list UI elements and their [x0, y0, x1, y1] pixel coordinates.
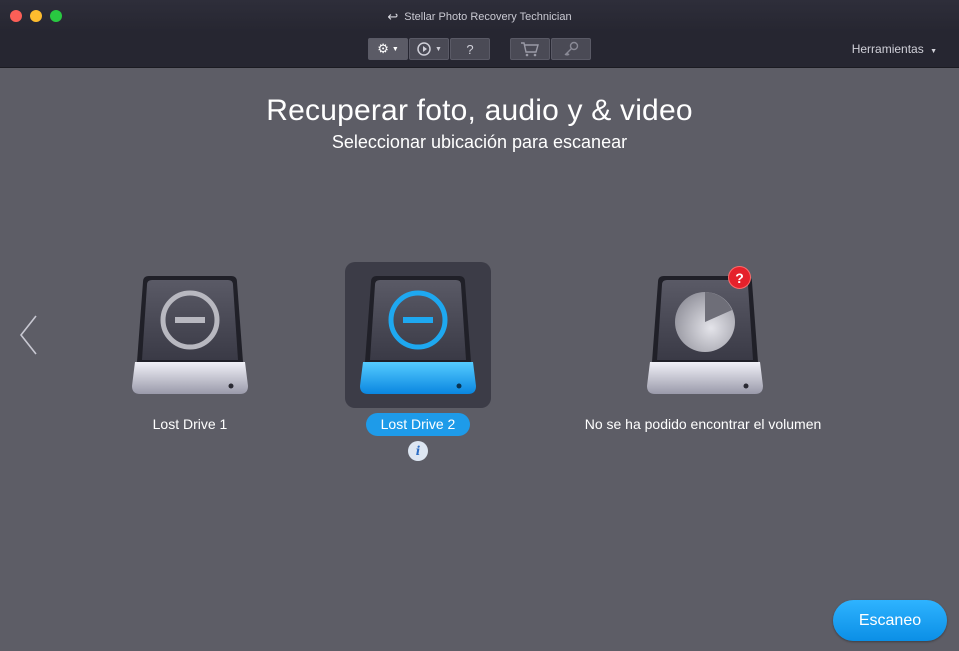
drive-label-3[interactable]: No se ha podido encontrar el volumen — [560, 416, 846, 432]
help-icon: ? — [466, 41, 474, 57]
previous-page-arrow[interactable] — [16, 312, 40, 358]
title-bar: ↩ Stellar Photo Recovery Technician — [0, 0, 959, 32]
drive-label-1[interactable]: Lost Drive 1 — [117, 416, 263, 432]
history-icon — [417, 42, 431, 56]
buy-button[interactable] — [510, 38, 550, 60]
drive-label-2[interactable]: Lost Drive 2 — [366, 413, 470, 436]
external-drive-unmounted-icon — [132, 276, 248, 394]
settings-button[interactable]: ⚙ ▼ — [368, 38, 408, 60]
window-title-text: Stellar Photo Recovery Technician — [404, 11, 572, 23]
toolbar: ⚙ ▼ ▼ ? Herramientas ▼ — [0, 32, 959, 68]
resume-recovery-button[interactable]: ▼ — [409, 38, 449, 60]
drive-tile-2[interactable] — [345, 262, 491, 408]
window-title: ↩ Stellar Photo Recovery Technician — [0, 9, 959, 25]
unknown-volume-badge: ? — [728, 266, 751, 289]
chevron-down-icon: ▼ — [930, 48, 937, 55]
page-title: Recuperar foto, audio y & video — [266, 94, 693, 127]
drive-tile-3[interactable] — [632, 262, 778, 408]
page-subtitle: Seleccionar ubicación para escanear — [331, 132, 628, 152]
external-drive-unmounted-icon — [360, 276, 476, 394]
info-icon[interactable]: i — [408, 441, 428, 461]
gear-icon: ⚙ — [377, 41, 389, 56]
chevron-left-icon — [19, 315, 37, 355]
chevron-down-icon: ▼ — [391, 45, 399, 53]
tools-menu-label: Herramientas — [851, 42, 924, 56]
help-button[interactable]: ? — [450, 38, 490, 60]
tools-menu[interactable]: Herramientas ▼ — [852, 42, 937, 56]
activate-button[interactable] — [551, 38, 591, 60]
cart-icon — [521, 42, 539, 57]
scan-button[interactable]: Escaneo — [833, 600, 947, 641]
back-arrow-icon[interactable]: ↩ — [387, 9, 398, 25]
external-drive-unknown-icon — [647, 276, 763, 394]
key-icon — [564, 41, 579, 56]
drive-tile-1[interactable] — [117, 262, 263, 408]
chevron-down-icon: ▼ — [435, 45, 442, 53]
